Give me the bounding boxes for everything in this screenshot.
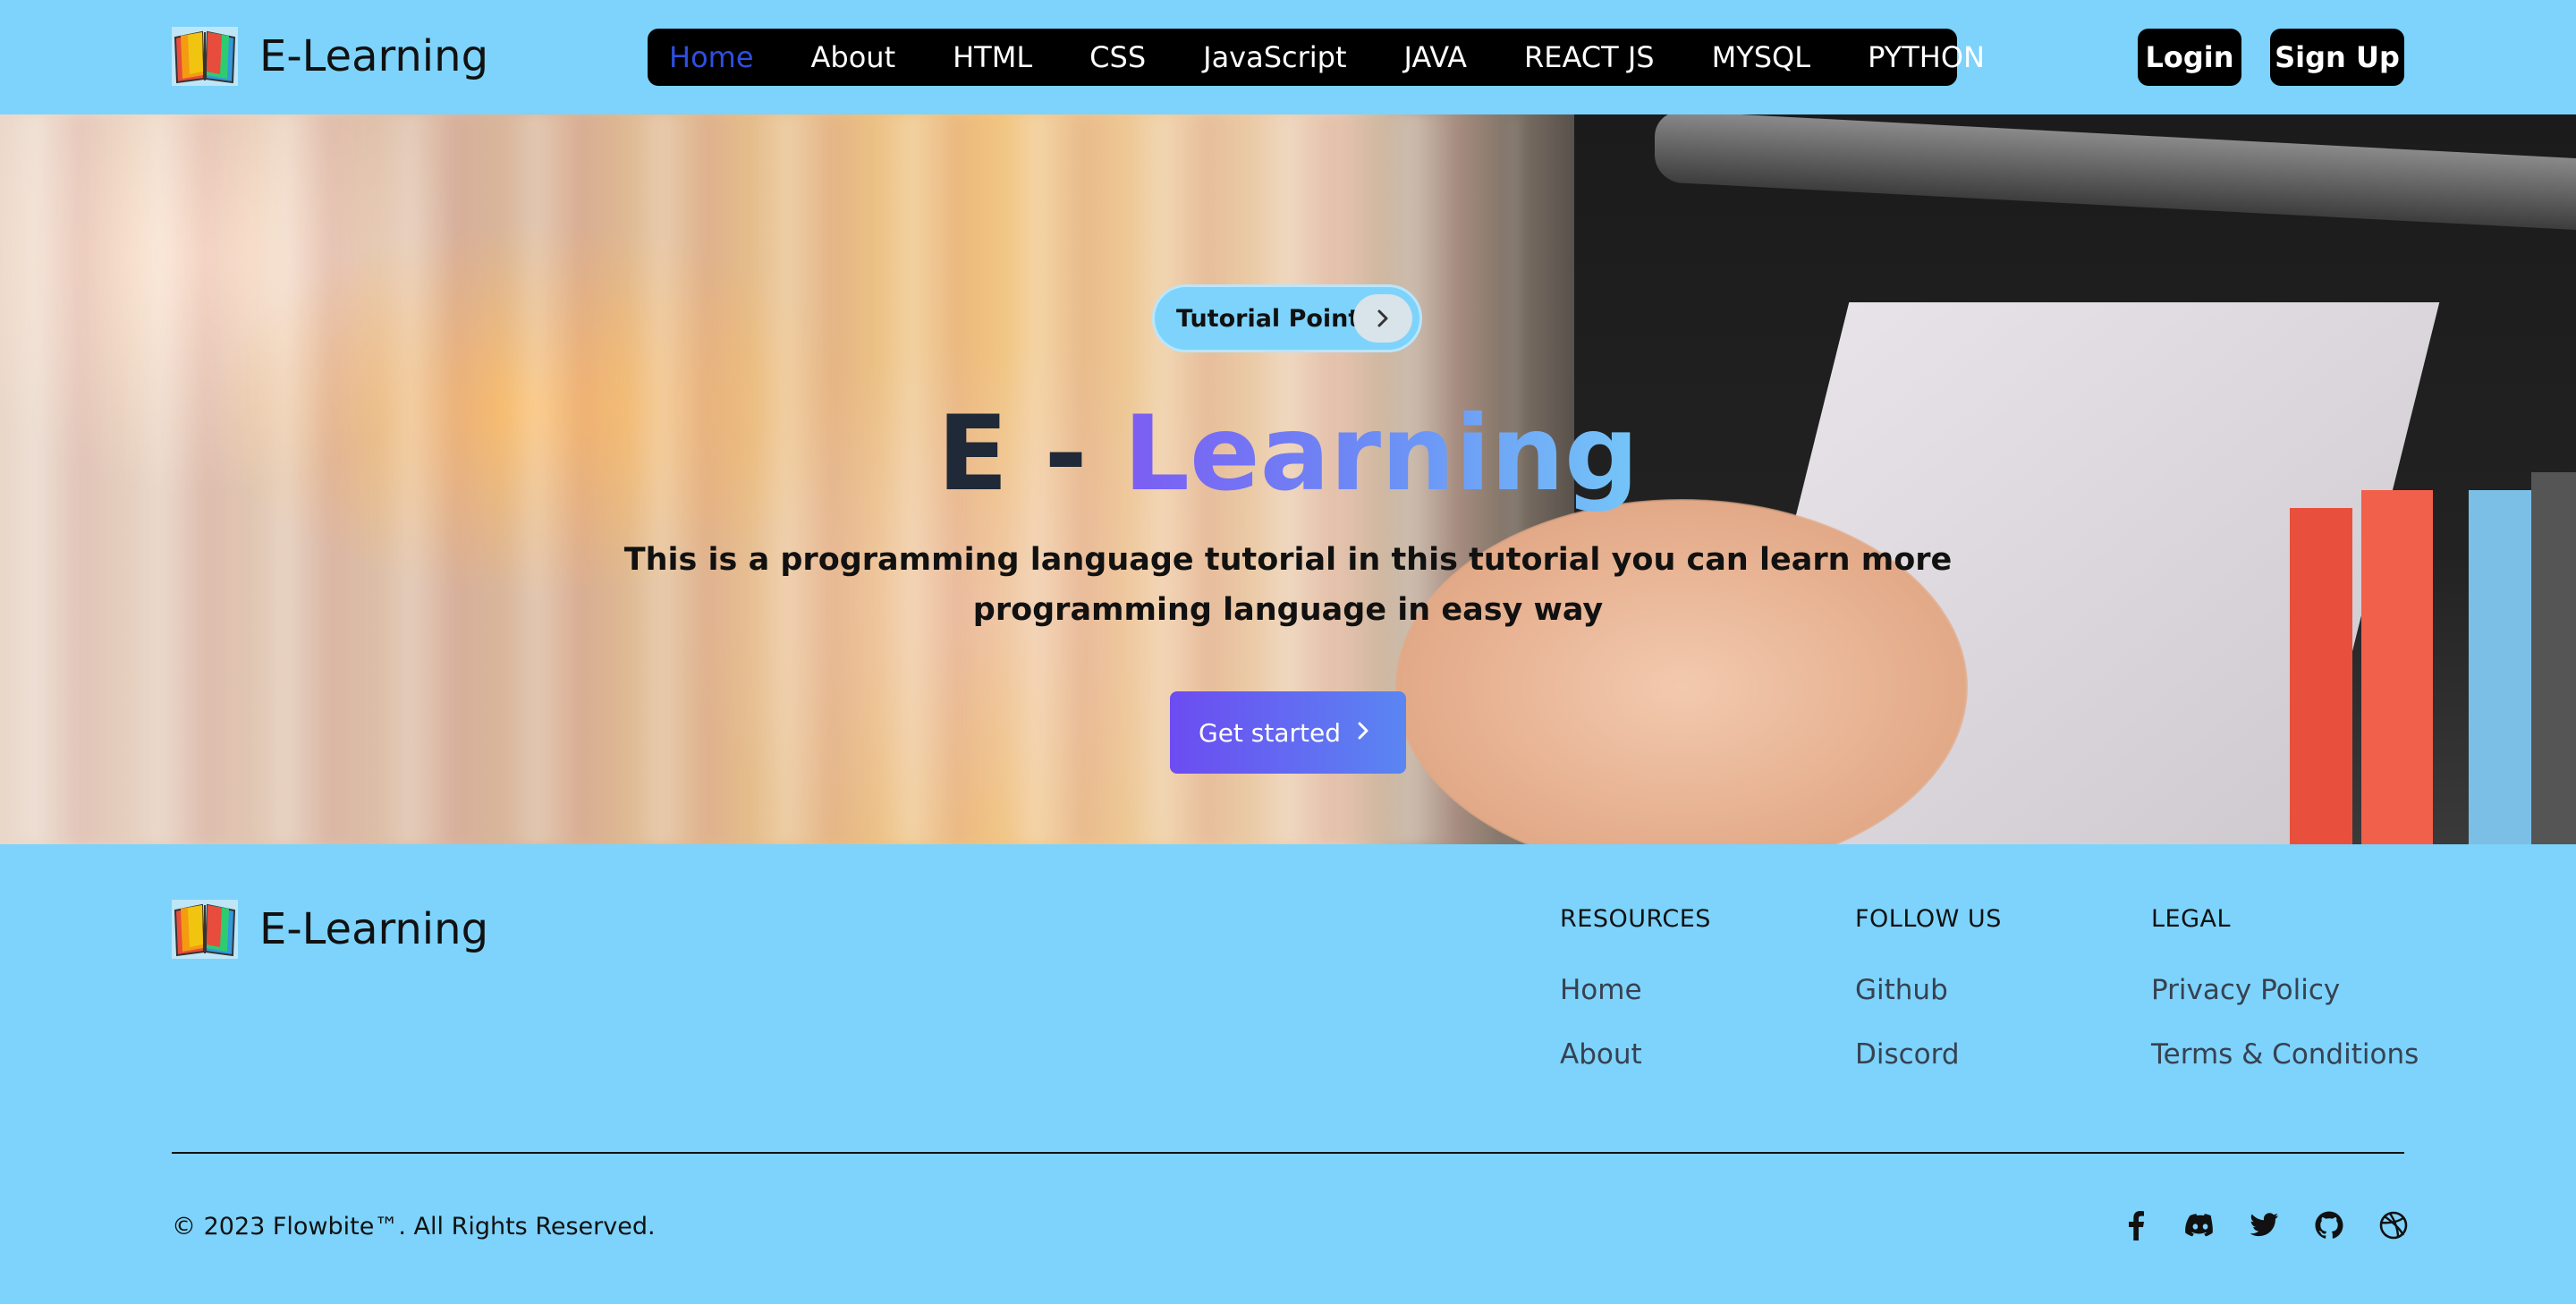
brand-name: E-Learning xyxy=(259,31,489,81)
chevron-right-icon xyxy=(1354,713,1374,757)
nav-item-css[interactable]: CSS xyxy=(1089,40,1146,74)
footer-brand-name: E-Learning xyxy=(259,904,489,954)
nav-item-mysql[interactable]: MYSQL xyxy=(1712,40,1810,74)
nav-item-javascript[interactable]: JavaScript xyxy=(1203,40,1346,74)
hero-background-book xyxy=(2469,490,2531,844)
footer-column-title: FOLLOW US xyxy=(1855,905,2002,933)
footer-column-title: RESOURCES xyxy=(1560,905,1711,933)
brand-link[interactable]: E-Learning xyxy=(172,27,488,86)
footer-link-privacy-policy[interactable]: Privacy Policy xyxy=(2151,974,2419,1006)
footer-divider xyxy=(172,1152,2404,1154)
copyright-text: © 2023 Flowbite™. All Rights Reserved. xyxy=(172,1213,656,1240)
nav-item-react-js[interactable]: REACT JS xyxy=(1524,40,1655,74)
main-nav: Home About HTML CSS JavaScript JAVA REAC… xyxy=(648,29,1985,86)
nav-item-html[interactable]: HTML xyxy=(953,40,1032,74)
twitter-icon[interactable] xyxy=(2247,1207,2283,1243)
hero-background-book xyxy=(2290,508,2352,844)
login-button[interactable]: Login xyxy=(2138,29,2241,86)
github-icon[interactable] xyxy=(2311,1207,2347,1243)
dribbble-icon[interactable] xyxy=(2376,1207,2411,1243)
footer-link-terms-conditions[interactable]: Terms & Conditions xyxy=(2151,1038,2419,1071)
get-started-button[interactable]: Get started xyxy=(1170,691,1406,774)
footer-link-home[interactable]: Home xyxy=(1560,974,1711,1006)
social-links xyxy=(2118,1207,2411,1243)
hero-description: This is a programming language tutorial … xyxy=(623,542,1953,628)
hero-section: Tutorial Point E - Learning This is a pr… xyxy=(0,114,2576,844)
hero-title-prefix: E - xyxy=(936,394,1124,514)
hero-background-book xyxy=(2531,472,2576,844)
hero-title: E - Learning xyxy=(0,392,2576,517)
footer-column-resources: RESOURCES Home About xyxy=(1560,905,1711,1103)
nav-item-java[interactable]: JAVA xyxy=(1404,40,1467,74)
footer-brand-link[interactable]: E-Learning xyxy=(172,900,488,959)
footer-link-about[interactable]: About xyxy=(1560,1038,1711,1071)
footer-column-follow-us: FOLLOW US Github Discord xyxy=(1855,905,2002,1103)
tutorial-point-badge[interactable]: Tutorial Point xyxy=(1152,284,1422,352)
chevron-right-icon xyxy=(1353,294,1412,343)
hero-background-book xyxy=(2361,490,2433,844)
cta-label: Get started xyxy=(1199,717,1342,748)
hero-title-highlight: Learning xyxy=(1123,394,1640,514)
footer-column-legal: LEGAL Privacy Policy Terms & Conditions xyxy=(2151,905,2419,1103)
nav-item-python[interactable]: PYTHON xyxy=(1868,40,1985,74)
open-book-icon xyxy=(172,900,238,959)
nav-item-home[interactable]: Home xyxy=(669,40,754,74)
site-footer: E-Learning RESOURCES Home About FOLLOW U… xyxy=(0,844,2576,1304)
site-header: E-Learning Home About HTML CSS JavaScrip… xyxy=(0,0,2576,114)
facebook-icon[interactable] xyxy=(2118,1207,2154,1243)
badge-label: Tutorial Point xyxy=(1176,304,1360,333)
footer-column-title: LEGAL xyxy=(2151,905,2232,933)
signup-button[interactable]: Sign Up xyxy=(2270,29,2404,86)
footer-link-github[interactable]: Github xyxy=(1855,974,2002,1006)
nav-item-about[interactable]: About xyxy=(811,40,896,74)
footer-link-discord[interactable]: Discord xyxy=(1855,1038,2002,1071)
open-book-icon xyxy=(172,27,238,86)
discord-icon[interactable] xyxy=(2182,1207,2218,1243)
